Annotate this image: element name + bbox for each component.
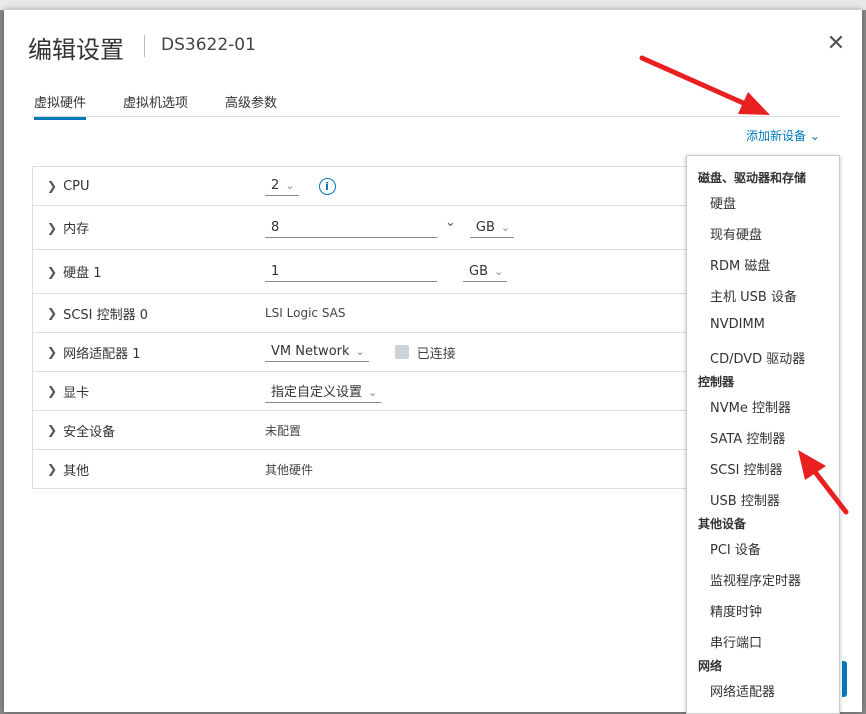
add-device-menu: 磁盘、驱动器和存储 硬盘 现有硬盘 RDM 磁盘 主机 USB 设备 NVDIM… [686,155,840,714]
tab-vm-options[interactable]: 虚拟机选项 [123,92,188,117]
memory-preset-chevron-icon[interactable]: ⌄ [445,215,456,230]
memory-label: 内存 [63,222,90,237]
network-label: 网络适配器 1 [63,346,141,362]
hardware-row-security: ❯ 安全设备 未配置 [33,411,713,450]
network-select[interactable]: VM Network ⌄ [265,342,369,362]
connected-checkbox[interactable] [394,345,409,359]
menu-item-scsi[interactable]: SCSI 控制器 [710,459,783,478]
info-icon[interactable]: i [318,177,336,195]
chevron-right-icon: ❯ [47,220,58,235]
menu-group-controllers: 控制器 [698,375,735,389]
tab-advanced-parameters[interactable]: 高级参数 [225,92,277,117]
disk-size-input[interactable]: 1 [265,262,437,282]
hardware-row-cpu: ❯ CPU 2 ⌄ i [33,167,713,206]
chevron-right-icon: ❯ [47,423,58,437]
menu-item-cd-dvd[interactable]: CD/DVD 驱动器 [710,348,805,367]
chevron-down-icon: ⌄ [285,179,295,192]
menu-item-rdm-disk[interactable]: RDM 磁盘 [710,255,770,274]
chevron-right-icon: ❯ [47,179,58,193]
chevron-right-icon: ❯ [47,462,58,476]
menu-group-other: 其他设备 [698,517,747,531]
menu-item-host-usb[interactable]: 主机 USB 设备 [710,286,797,305]
background-window [0,0,866,10]
chevron-down-icon: ⌄ [368,386,378,399]
chevron-down-icon: ⌄ [355,345,365,358]
expand-cpu[interactable]: ❯ CPU [47,167,90,205]
chevron-down-icon: ⌄ [809,129,820,143]
menu-item-precision-clock[interactable]: 精度时钟 [710,601,762,620]
menu-group-storage: 磁盘、驱动器和存储 [698,171,807,185]
chevron-right-icon: ❯ [47,264,58,279]
hardware-row-network: ❯ 网络适配器 1 VM Network ⌄ 已连接 [33,333,713,372]
menu-group-network: 网络 [698,659,723,673]
video-value: 指定自定义设置 [271,385,363,400]
menu-item-existing-disk[interactable]: 现有硬盘 [710,224,762,243]
menu-item-serial-port[interactable]: 串行端口 [710,632,762,651]
network-value: VM Network [271,344,350,359]
ok-button-edge[interactable] [842,661,847,697]
hardware-row-other: ❯ 其他 其他硬件 [33,450,713,488]
chevron-down-icon: ⌄ [500,220,511,234]
vm-name: DS3622-01 [161,35,256,55]
expand-video[interactable]: ❯ 显卡 [47,372,89,410]
hardware-list: ❯CPU 2⌄ i ❯内存 8 ⌄ GB⌄ ❯硬盘 1 1 GB⌄ [32,166,713,489]
hardware-row-disk: ❯ 硬盘 1 1 GB ⌄ [33,250,713,294]
connected-label: 已连接 [416,346,456,362]
scsi-type: LSI Logic SAS [265,306,346,320]
expand-memory[interactable]: ❯ 内存 [47,206,89,249]
hardware-row-scsi: ❯ SCSI 控制器 0 LSI Logic SAS [33,294,713,333]
other-label: 其他 [63,463,90,479]
video-select[interactable]: 指定自定义设置 ⌄ [265,379,382,403]
dialog-title: 编辑设置 [28,36,124,64]
menu-item-hard-disk[interactable]: 硬盘 [710,193,736,212]
disk-label: 硬盘 1 [63,266,102,281]
memory-input[interactable]: 8 [265,218,437,238]
menu-item-nvme[interactable]: NVMe 控制器 [710,397,791,416]
chevron-right-icon: ❯ [47,384,58,398]
cpu-select[interactable]: 2 ⌄ [265,176,299,196]
security-label: 安全设备 [63,424,116,440]
expand-security[interactable]: ❯ 安全设备 [47,411,115,449]
chevron-down-icon: ⌄ [494,264,504,278]
hardware-row-memory: ❯ 内存 8 ⌄ GB ⌄ [33,206,713,250]
tabs-divider [32,116,840,117]
menu-item-sata[interactable]: SATA 控制器 [710,428,785,447]
menu-item-nvdimm[interactable]: NVDIMM [710,317,765,332]
memory-unit: GB [475,219,495,235]
chevron-right-icon: ❯ [47,306,58,320]
cpu-label: CPU [63,178,90,194]
expand-scsi[interactable]: ❯ SCSI 控制器 0 [47,294,148,332]
menu-item-pci[interactable]: PCI 设备 [710,539,761,558]
hardware-row-video: ❯ 显卡 指定自定义设置 ⌄ [33,372,713,411]
add-new-device-label: 添加新设备 [746,129,807,143]
close-icon[interactable]: ✕ [822,30,850,58]
expand-other[interactable]: ❯ 其他 [47,450,89,488]
cpu-value: 2 [271,178,280,193]
disk-unit: GB [469,263,488,279]
scsi-label: SCSI 控制器 0 [63,307,149,323]
disk-unit-select[interactable]: GB ⌄ [463,262,508,282]
video-label: 显卡 [63,385,90,401]
title-divider [144,35,145,57]
menu-item-usb[interactable]: USB 控制器 [710,490,780,509]
memory-unit-select[interactable]: GB ⌄ [469,218,515,238]
expand-network[interactable]: ❯ 网络适配器 1 [47,333,140,371]
add-new-device-button[interactable]: 添加新设备 ⌄ [746,127,820,144]
security-value: 未配置 [265,423,302,438]
chevron-right-icon: ❯ [47,345,58,359]
other-value: 其他硬件 [265,462,314,477]
menu-item-network-adapter[interactable]: 网络适配器 [710,681,775,700]
menu-item-watchdog[interactable]: 监视程序定时器 [710,570,801,589]
expand-disk[interactable]: ❯ 硬盘 1 [47,250,101,293]
